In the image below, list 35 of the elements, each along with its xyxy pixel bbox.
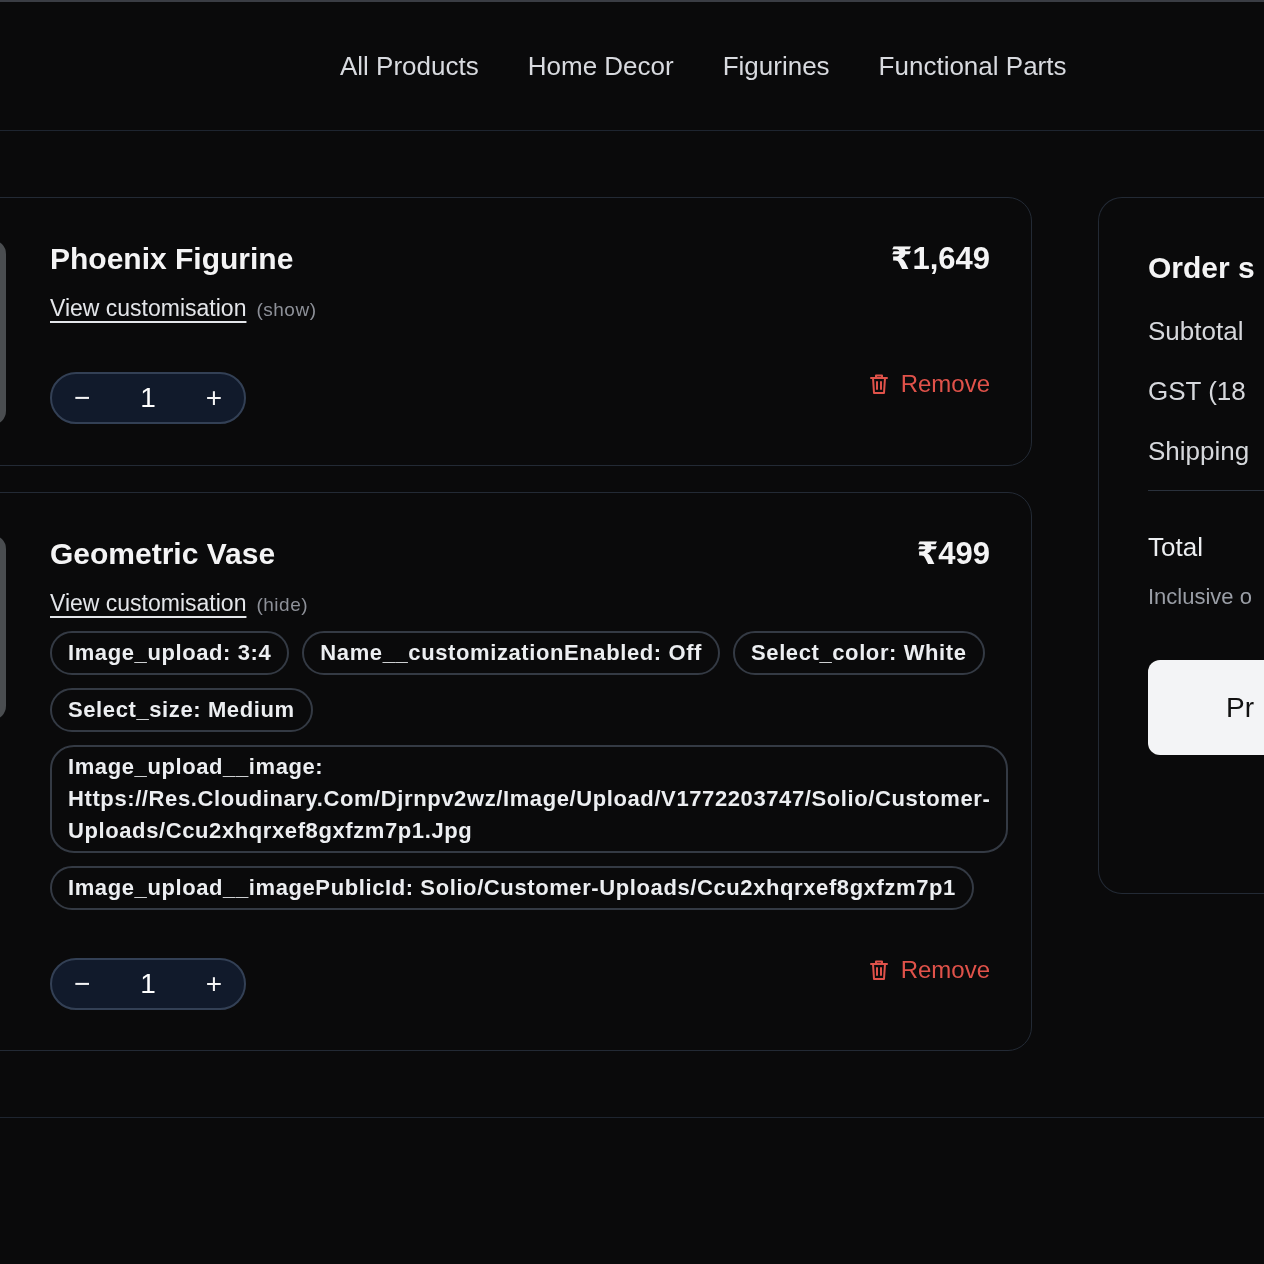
nav-link[interactable]: Functional Parts (878, 50, 1067, 82)
customisation-chip: Select_size: Medium (50, 688, 313, 732)
checkout-button[interactable]: Pr (1148, 660, 1264, 755)
product-price: ₹499 (916, 535, 990, 572)
increment-button[interactable]: + (205, 382, 222, 414)
quantity-stepper[interactable]: − 1 + (50, 958, 246, 1010)
product-title: Geometric Vase (50, 536, 276, 571)
customisation-chip: Image_upload__imagePublicId: Solio/Customer-Uploads/Ccu2xhqrxef8gxfzm7p1 (50, 866, 974, 910)
product-title: Phoenix Figurine (50, 241, 294, 276)
nav-link[interactable]: All Products (340, 50, 479, 82)
decrement-button[interactable]: − (74, 382, 91, 414)
decrement-button[interactable]: − (74, 968, 91, 1000)
customisation-chip: Name__customizationEnabled: Off (302, 631, 721, 675)
summary-label: Shipping (1148, 436, 1251, 466)
remove-button[interactable]: Remove (866, 956, 990, 984)
customisation-chip: Image_upload__image: Https://Res.Cloudinary.Com/Djrnpv2wz/Image/Upload/V1772203747/Solio/Customer-Uploads/Ccu2xhqrxef8gxfzm7p1.Jpg (50, 745, 1009, 853)
increment-button[interactable]: + (205, 968, 222, 1000)
view-customisation-link[interactable]: View customisation (50, 590, 247, 617)
customisation-chip: Image_upload: 3:4 (50, 631, 290, 675)
summary-title: Order s (1148, 250, 1256, 286)
nav-link[interactable]: Figurines (722, 50, 830, 82)
quantity-value: 1 (140, 968, 156, 1000)
summary-label: GST (18 (1148, 376, 1247, 406)
summary-label: Subtotal (1148, 316, 1245, 346)
tax-note: Inclusive o (1148, 584, 1253, 610)
total-label: Total (1148, 532, 1204, 562)
quantity-value: 1 (140, 382, 156, 414)
toggle-label[interactable]: (show) (256, 299, 317, 321)
product-price: ₹1,649 (890, 240, 990, 277)
toggle-label[interactable]: (hide) (256, 594, 309, 616)
view-customisation-link[interactable]: View customisation (50, 295, 247, 322)
remove-button[interactable]: Remove (866, 370, 990, 398)
quantity-stepper[interactable]: − 1 + (50, 372, 246, 424)
customisation-chip: Select_color: White (733, 631, 985, 675)
nav-link[interactable]: Home Decor (527, 50, 674, 82)
